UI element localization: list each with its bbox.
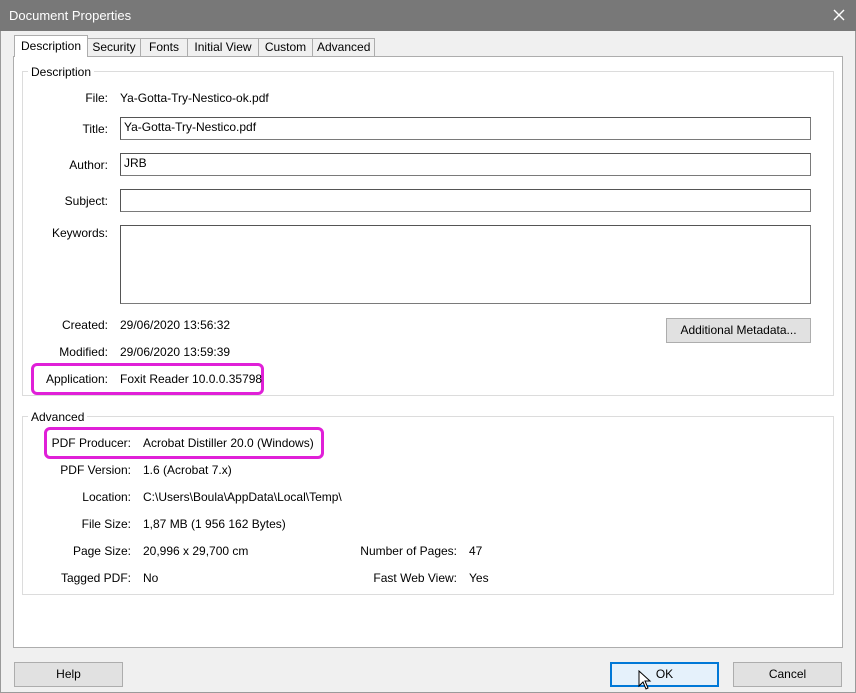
help-label: Help (56, 667, 81, 681)
keywords-label: Keywords: (51, 226, 108, 240)
tab-label: Advanced (317, 40, 371, 54)
mouse-cursor-icon (638, 670, 652, 690)
tab-label: Fonts (148, 40, 179, 54)
tagged-pdf-label: Tagged PDF: (60, 571, 131, 585)
file-value: Ya-Gotta-Try-Nestico-ok.pdf (120, 91, 269, 105)
fast-web-view-value: Yes (469, 571, 489, 585)
fast-web-view-label: Fast Web View: (373, 571, 457, 585)
tab-label: Initial View (194, 40, 252, 54)
subject-label: Subject: (64, 194, 108, 208)
author-label: Author: (69, 158, 108, 172)
tab-label: Security (92, 40, 136, 54)
tab-fonts[interactable]: Fonts (140, 38, 188, 56)
application-value: Foxit Reader 10.0.0.35798 (120, 372, 263, 386)
created-value: 29/06/2020 13:56:32 (120, 318, 231, 332)
advanced-legend: Advanced (28, 410, 88, 424)
pdf-producer-value: Acrobat Distiller 20.0 (Windows) (143, 436, 314, 450)
number-of-pages-value: 47 (469, 544, 483, 558)
additional-metadata-label: Additional Metadata... (680, 323, 797, 337)
created-label: Created: (61, 318, 108, 332)
title-label: Title: (82, 122, 108, 136)
title-bar: Document Properties (0, 0, 856, 31)
author-field-value: JRB (124, 156, 147, 170)
ok-button[interactable]: OK (610, 662, 719, 687)
cancel-label: Cancel (768, 667, 807, 681)
additional-metadata-button[interactable]: Additional Metadata... (666, 318, 811, 343)
close-icon (833, 9, 845, 21)
pdf-version-value: 1.6 (Acrobat 7.x) (143, 463, 232, 477)
modified-value: 29/06/2020 13:59:39 (120, 345, 231, 359)
number-of-pages-label: Number of Pages: (360, 544, 457, 558)
page-size-value: 20,996 x 29,700 cm (143, 544, 249, 558)
keywords-field[interactable] (120, 225, 811, 304)
pdf-producer-label: PDF Producer: (51, 436, 131, 450)
title-field-value: Ya-Gotta-Try-Nestico.pdf (124, 120, 257, 134)
author-field[interactable]: JRB (120, 153, 811, 176)
file-size-label: File Size: (81, 517, 131, 531)
application-label: Application: (45, 372, 108, 386)
page-size-label: Page Size: (72, 544, 131, 558)
window-title: Document Properties (9, 8, 132, 23)
ok-label: OK (655, 667, 674, 681)
tab-initial-view[interactable]: Initial View (187, 38, 259, 56)
help-button[interactable]: Help (14, 662, 123, 687)
cancel-button[interactable]: Cancel (733, 662, 842, 687)
file-size-value: 1,87 MB (1 956 162 Bytes) (143, 517, 286, 531)
title-field[interactable]: Ya-Gotta-Try-Nestico.pdf (120, 117, 811, 140)
tab-label: Custom (264, 40, 307, 54)
location-label: Location: (82, 490, 131, 504)
tab-description[interactable]: Description (14, 35, 88, 57)
tagged-pdf-value: No (143, 571, 159, 585)
file-label: File: (85, 91, 108, 105)
tab-custom[interactable]: Custom (258, 38, 313, 56)
subject-field[interactable] (120, 189, 811, 212)
tab-security[interactable]: Security (87, 38, 141, 56)
tab-label: Description (20, 39, 82, 53)
location-value: C:\Users\Boula\AppData\Local\Temp\ (143, 490, 342, 504)
description-legend: Description (28, 65, 95, 79)
close-button[interactable] (830, 5, 848, 25)
tab-advanced[interactable]: Advanced (312, 38, 375, 56)
pdf-version-label: PDF Version: (60, 463, 131, 477)
modified-label: Modified: (59, 345, 108, 359)
